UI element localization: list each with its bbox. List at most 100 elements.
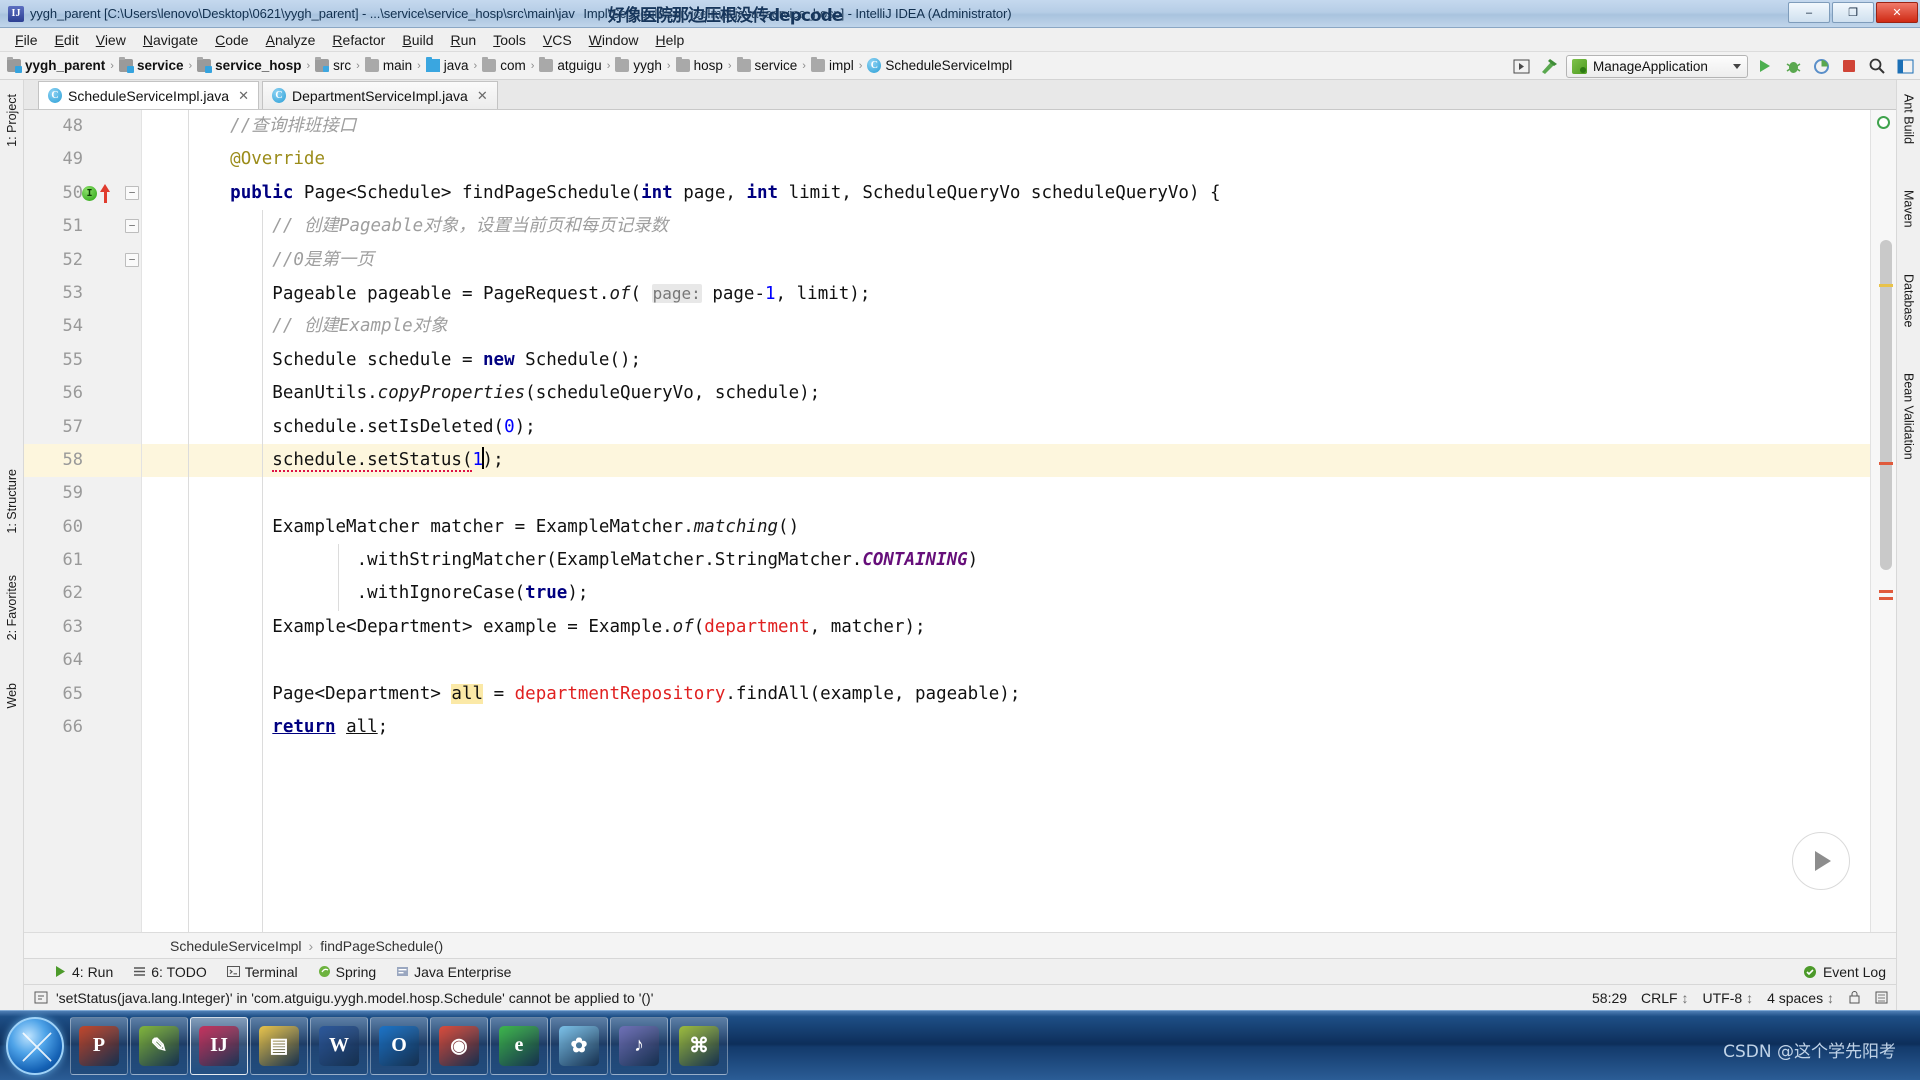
menu-item-tools[interactable]: Tools xyxy=(486,30,533,50)
code-line[interactable]: .withIgnoreCase(true); xyxy=(142,577,1870,610)
editor-tab-scheduleserviceimpl-java[interactable]: C ScheduleServiceImpl.java ✕ xyxy=(38,81,259,109)
code-line[interactable]: BeanUtils.copyProperties(scheduleQueryVo… xyxy=(142,377,1870,410)
line-number[interactable]: 56 xyxy=(24,377,141,410)
code-line[interactable]: @Override xyxy=(142,143,1870,176)
code-line[interactable]: Page<Department> all = departmentReposit… xyxy=(142,678,1870,711)
maximize-button[interactable]: ❐ xyxy=(1832,2,1874,23)
menu-item-analyze[interactable]: Analyze xyxy=(259,30,323,50)
stop-icon[interactable] xyxy=(1838,55,1860,77)
code-line[interactable]: .withStringMatcher(ExampleMatcher.String… xyxy=(142,544,1870,577)
line-number[interactable]: 60 xyxy=(24,511,141,544)
tool-window-database[interactable]: Database xyxy=(1902,268,1916,334)
run-configuration-selector[interactable]: ManageApplication xyxy=(1566,54,1748,78)
tool-window-1-project[interactable]: 1: Project xyxy=(5,88,19,153)
code-line[interactable]: Example<Department> example = Example.of… xyxy=(142,611,1870,644)
code-editor[interactable]: 48 49 50 I −51−52−53 54 55 56 57 58 59 60 61 62 63 64 65… xyxy=(24,110,1896,932)
tool-window-maven[interactable]: Maven xyxy=(1902,184,1916,234)
line-number[interactable]: 48 xyxy=(24,110,141,143)
code-line[interactable]: //查询排班接口 xyxy=(142,110,1870,143)
tool-window-button-spring[interactable]: Spring xyxy=(318,964,376,980)
tool-window-button-java-enterprise[interactable]: Java Enterprise xyxy=(396,964,511,980)
line-number[interactable]: 53 xyxy=(24,277,141,310)
line-number[interactable]: 55 xyxy=(24,344,141,377)
menu-item-run[interactable]: Run xyxy=(443,30,483,50)
breadcrumb-item-java[interactable]: java xyxy=(423,57,472,74)
breadcrumb-item-src[interactable]: src xyxy=(312,57,354,74)
code-line[interactable]: // 创建Example对象 xyxy=(142,310,1870,343)
inspection-status-icon[interactable] xyxy=(1877,116,1890,129)
taskbar-item-intellij-idea[interactable]: IJ xyxy=(190,1016,248,1075)
editor-breadcrumb-item[interactable]: ScheduleServiceImpl xyxy=(170,938,302,954)
code-fold-toggle[interactable]: − xyxy=(125,219,139,234)
menu-item-build[interactable]: Build xyxy=(395,30,440,50)
menu-item-vcs[interactable]: VCS xyxy=(536,30,579,50)
line-number[interactable]: 49 xyxy=(24,143,141,176)
taskbar-item-notepad[interactable]: ✎ xyxy=(130,1016,188,1075)
breadcrumb-item-service[interactable]: service xyxy=(734,57,801,74)
line-number[interactable]: 59 xyxy=(24,477,141,510)
line-number-gutter[interactable]: 48 49 50 I −51−52−53 54 55 56 57 58 59 60 61 62 63 64 65… xyxy=(24,110,142,932)
breadcrumb-item-yygh[interactable]: yygh xyxy=(612,57,665,74)
memory-indicator-icon[interactable] xyxy=(1875,990,1888,1005)
tool-window-button-4-run[interactable]: 4: Run xyxy=(54,964,113,980)
run-icon[interactable] xyxy=(1754,55,1776,77)
code-text[interactable]: //查询排班接口 @Override public Page<Schedule>… xyxy=(142,110,1870,932)
tool-window-web[interactable]: Web xyxy=(5,677,19,714)
search-icon[interactable] xyxy=(1866,55,1888,77)
close-button[interactable]: ✕ xyxy=(1876,2,1918,23)
taskbar-item-navicat[interactable]: ♪ xyxy=(610,1016,668,1075)
taskbar-item-word[interactable]: W xyxy=(310,1016,368,1075)
code-line[interactable]: schedule.setIsDeleted(0); xyxy=(142,411,1870,444)
line-number[interactable]: 52− xyxy=(24,244,141,277)
taskbar-item-paint[interactable]: ✿ xyxy=(550,1016,608,1075)
tool-window-button-6-todo[interactable]: 6: TODO xyxy=(133,964,207,980)
code-line[interactable]: public Page<Schedule> findPageSchedule(i… xyxy=(142,177,1870,210)
vertical-scrollbar-thumb[interactable] xyxy=(1880,240,1892,570)
line-number[interactable]: 58 xyxy=(24,443,141,478)
editor-breadcrumb-item[interactable]: findPageSchedule() xyxy=(320,938,443,954)
breadcrumb-item-yygh_parent[interactable]: yygh_parent xyxy=(4,57,108,74)
code-fold-toggle[interactable]: − xyxy=(125,185,139,200)
menu-item-help[interactable]: Help xyxy=(648,30,691,50)
tool-window-ant-build[interactable]: Ant Build xyxy=(1902,88,1916,150)
code-line[interactable]: ExampleMatcher matcher = ExampleMatcher.… xyxy=(142,511,1870,544)
marker-scrollbar[interactable] xyxy=(1870,110,1896,932)
line-number[interactable]: 62 xyxy=(24,577,141,610)
breadcrumb-item-impl[interactable]: impl xyxy=(808,57,857,74)
menu-item-window[interactable]: Window xyxy=(582,30,646,50)
line-number[interactable]: 64 xyxy=(24,644,141,677)
line-number[interactable]: 50 I − xyxy=(24,177,141,210)
open-preview-icon[interactable] xyxy=(1510,55,1532,77)
taskbar-item-file-explorer[interactable]: ▤ xyxy=(250,1016,308,1075)
line-number[interactable]: 54 xyxy=(24,310,141,343)
menu-item-edit[interactable]: Edit xyxy=(48,30,86,50)
indent-setting[interactable]: 4 spaces ↕ xyxy=(1767,990,1834,1006)
floating-run-button[interactable] xyxy=(1792,832,1850,890)
taskbar-item-powerpoint[interactable]: P xyxy=(70,1016,128,1075)
menu-item-code[interactable]: Code xyxy=(208,30,255,50)
code-line[interactable] xyxy=(142,477,1870,510)
menu-item-file[interactable]: File xyxy=(8,30,45,50)
line-number[interactable]: 51− xyxy=(24,210,141,243)
breadcrumb-item-service[interactable]: service xyxy=(116,57,187,74)
code-line[interactable]: Pageable pageable = PageRequest.of( page… xyxy=(142,277,1870,310)
tool-window-bean-validation[interactable]: Bean Validation xyxy=(1902,367,1916,466)
menu-item-view[interactable]: View xyxy=(89,30,133,50)
tool-window-2-favorites[interactable]: 2: Favorites xyxy=(5,569,19,646)
code-line[interactable]: return all; xyxy=(142,711,1870,744)
line-separator[interactable]: CRLF ↕ xyxy=(1641,990,1688,1006)
line-number[interactable]: 66 xyxy=(24,711,141,744)
menu-item-refactor[interactable]: Refactor xyxy=(325,30,392,50)
code-fold-toggle[interactable]: − xyxy=(125,252,139,267)
code-line[interactable] xyxy=(142,644,1870,677)
close-tab-icon[interactable]: ✕ xyxy=(238,88,249,104)
breadcrumb-item-com[interactable]: com xyxy=(479,57,529,74)
taskbar-item-outlook[interactable]: O xyxy=(370,1016,428,1075)
code-line[interactable]: // 创建Pageable对象，设置当前页和每页记录数 xyxy=(142,210,1870,243)
line-number[interactable]: 57 xyxy=(24,411,141,444)
menu-item-navigate[interactable]: Navigate xyxy=(136,30,205,50)
editor-tab-departmentserviceimpl-java[interactable]: C DepartmentServiceImpl.java ✕ xyxy=(262,81,498,109)
layout-icon[interactable] xyxy=(1894,55,1916,77)
breadcrumb-item-scheduleserviceimpl[interactable]: C ScheduleServiceImpl xyxy=(864,57,1015,74)
taskbar-item-media[interactable]: ◉ xyxy=(430,1016,488,1075)
